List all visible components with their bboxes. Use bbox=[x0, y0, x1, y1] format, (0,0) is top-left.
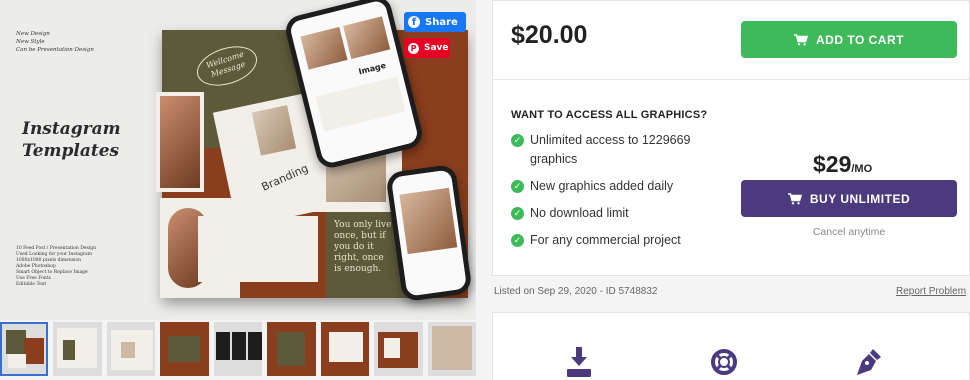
preview-feature-list: 10 Feed Post / Presentation Design Used … bbox=[16, 246, 106, 288]
cancel-anytime-text: Cancel anytime bbox=[812, 226, 886, 238]
share-label: Share bbox=[425, 16, 458, 28]
pinterest-save-button[interactable]: P Save bbox=[404, 38, 450, 58]
thumbnail[interactable] bbox=[160, 322, 209, 376]
phone-screen bbox=[390, 169, 468, 297]
add-to-cart-label: ADD TO CART bbox=[816, 32, 904, 47]
check-icon: ✓ bbox=[511, 180, 524, 193]
preview-title-line: Templates bbox=[22, 141, 120, 161]
phone-image-label: Image bbox=[357, 60, 387, 77]
unlimited-price: $29/MO bbox=[813, 151, 872, 178]
cart-icon bbox=[794, 33, 809, 45]
feature-item: ✓ New graphics added daily bbox=[511, 177, 721, 196]
branding-text: Branding bbox=[259, 161, 311, 194]
want-heading: WANT TO ACCESS ALL GRAPHICS? bbox=[511, 109, 708, 121]
feature-text: For any commercial project bbox=[530, 233, 681, 247]
unlimited-features: ✓ Unlimited access to 1229669 graphics ✓ N… bbox=[511, 131, 721, 258]
lifebuoy-icon bbox=[711, 349, 737, 375]
feature-text: New graphics added daily bbox=[530, 179, 674, 193]
wellcome-badge: Wellcome Message bbox=[191, 39, 263, 93]
features-card bbox=[492, 312, 970, 380]
interior-photo bbox=[251, 105, 297, 156]
phone-image bbox=[343, 16, 391, 59]
text-card bbox=[198, 216, 318, 282]
buy-unlimited-button[interactable]: BUY UNLIMITED bbox=[741, 180, 957, 217]
check-icon: ✓ bbox=[511, 134, 524, 147]
thumbnail[interactable] bbox=[0, 322, 49, 376]
thumbnail-strip bbox=[0, 322, 476, 378]
phone-post bbox=[315, 76, 406, 132]
buy-unlimited-label: BUY UNLIMITED bbox=[809, 191, 911, 206]
report-problem-link[interactable]: Report Problem bbox=[896, 286, 966, 297]
check-icon: ✓ bbox=[511, 207, 524, 220]
check-icon: ✓ bbox=[511, 234, 524, 247]
thumbnail[interactable] bbox=[106, 322, 156, 376]
unlimited-price-period: /MO bbox=[851, 163, 873, 175]
thumbnail[interactable] bbox=[213, 322, 263, 376]
preview-title: Instagram Templates bbox=[22, 118, 121, 162]
preview-feature: Editable Text bbox=[16, 282, 47, 287]
phone-image bbox=[300, 26, 348, 70]
thumbnail[interactable] bbox=[53, 322, 102, 376]
phone-image bbox=[399, 187, 458, 255]
thumbnail[interactable] bbox=[320, 322, 370, 376]
preview-side-text: New Design New Style Can be Presentation… bbox=[16, 30, 156, 54]
side-line: New Style bbox=[16, 39, 45, 45]
pinterest-icon: P bbox=[408, 42, 419, 54]
add-to-cart-button[interactable]: ADD TO CART bbox=[741, 21, 957, 58]
pricing-card: $20.00 ADD TO CART WANT TO ACCESS ALL GR… bbox=[492, 0, 970, 276]
portrait-photo bbox=[160, 96, 200, 188]
pen-nib-icon bbox=[857, 349, 881, 375]
feature-text: Unlimited access to 1229669 graphics bbox=[530, 133, 691, 166]
feature-item: ✓ For any commercial project bbox=[511, 231, 721, 250]
feature-text: No download limit bbox=[530, 206, 629, 220]
save-label: Save bbox=[424, 43, 449, 53]
facebook-share-button[interactable]: f Share bbox=[404, 12, 466, 32]
side-line: Can be Presentation Design bbox=[16, 47, 94, 53]
listing-info: Listed on Sep 29, 2020 - ID 5748832 bbox=[494, 286, 658, 297]
side-line: New Design bbox=[16, 31, 50, 37]
product-page: New Design New Style Can be Presentation… bbox=[0, 0, 970, 380]
preview-title-line: Instagram bbox=[22, 119, 121, 139]
facebook-icon: f bbox=[408, 16, 420, 28]
cart-icon bbox=[787, 192, 802, 204]
feature-item: ✓ No download limit bbox=[511, 204, 721, 223]
thumbnail[interactable] bbox=[267, 322, 316, 376]
quote-text: You only live once, but if you do it rig… bbox=[334, 220, 392, 274]
thumbnail[interactable] bbox=[374, 322, 423, 376]
unlimited-price-amount: $29 bbox=[813, 151, 852, 177]
thumbnail[interactable] bbox=[427, 322, 476, 376]
download-icon bbox=[567, 347, 591, 377]
divider bbox=[493, 79, 969, 80]
feature-item: ✓ Unlimited access to 1229669 graphics bbox=[511, 131, 721, 169]
product-preview[interactable]: New Design New Style Can be Presentation… bbox=[0, 0, 476, 320]
product-price: $20.00 bbox=[511, 21, 588, 49]
photo-card bbox=[156, 92, 204, 192]
